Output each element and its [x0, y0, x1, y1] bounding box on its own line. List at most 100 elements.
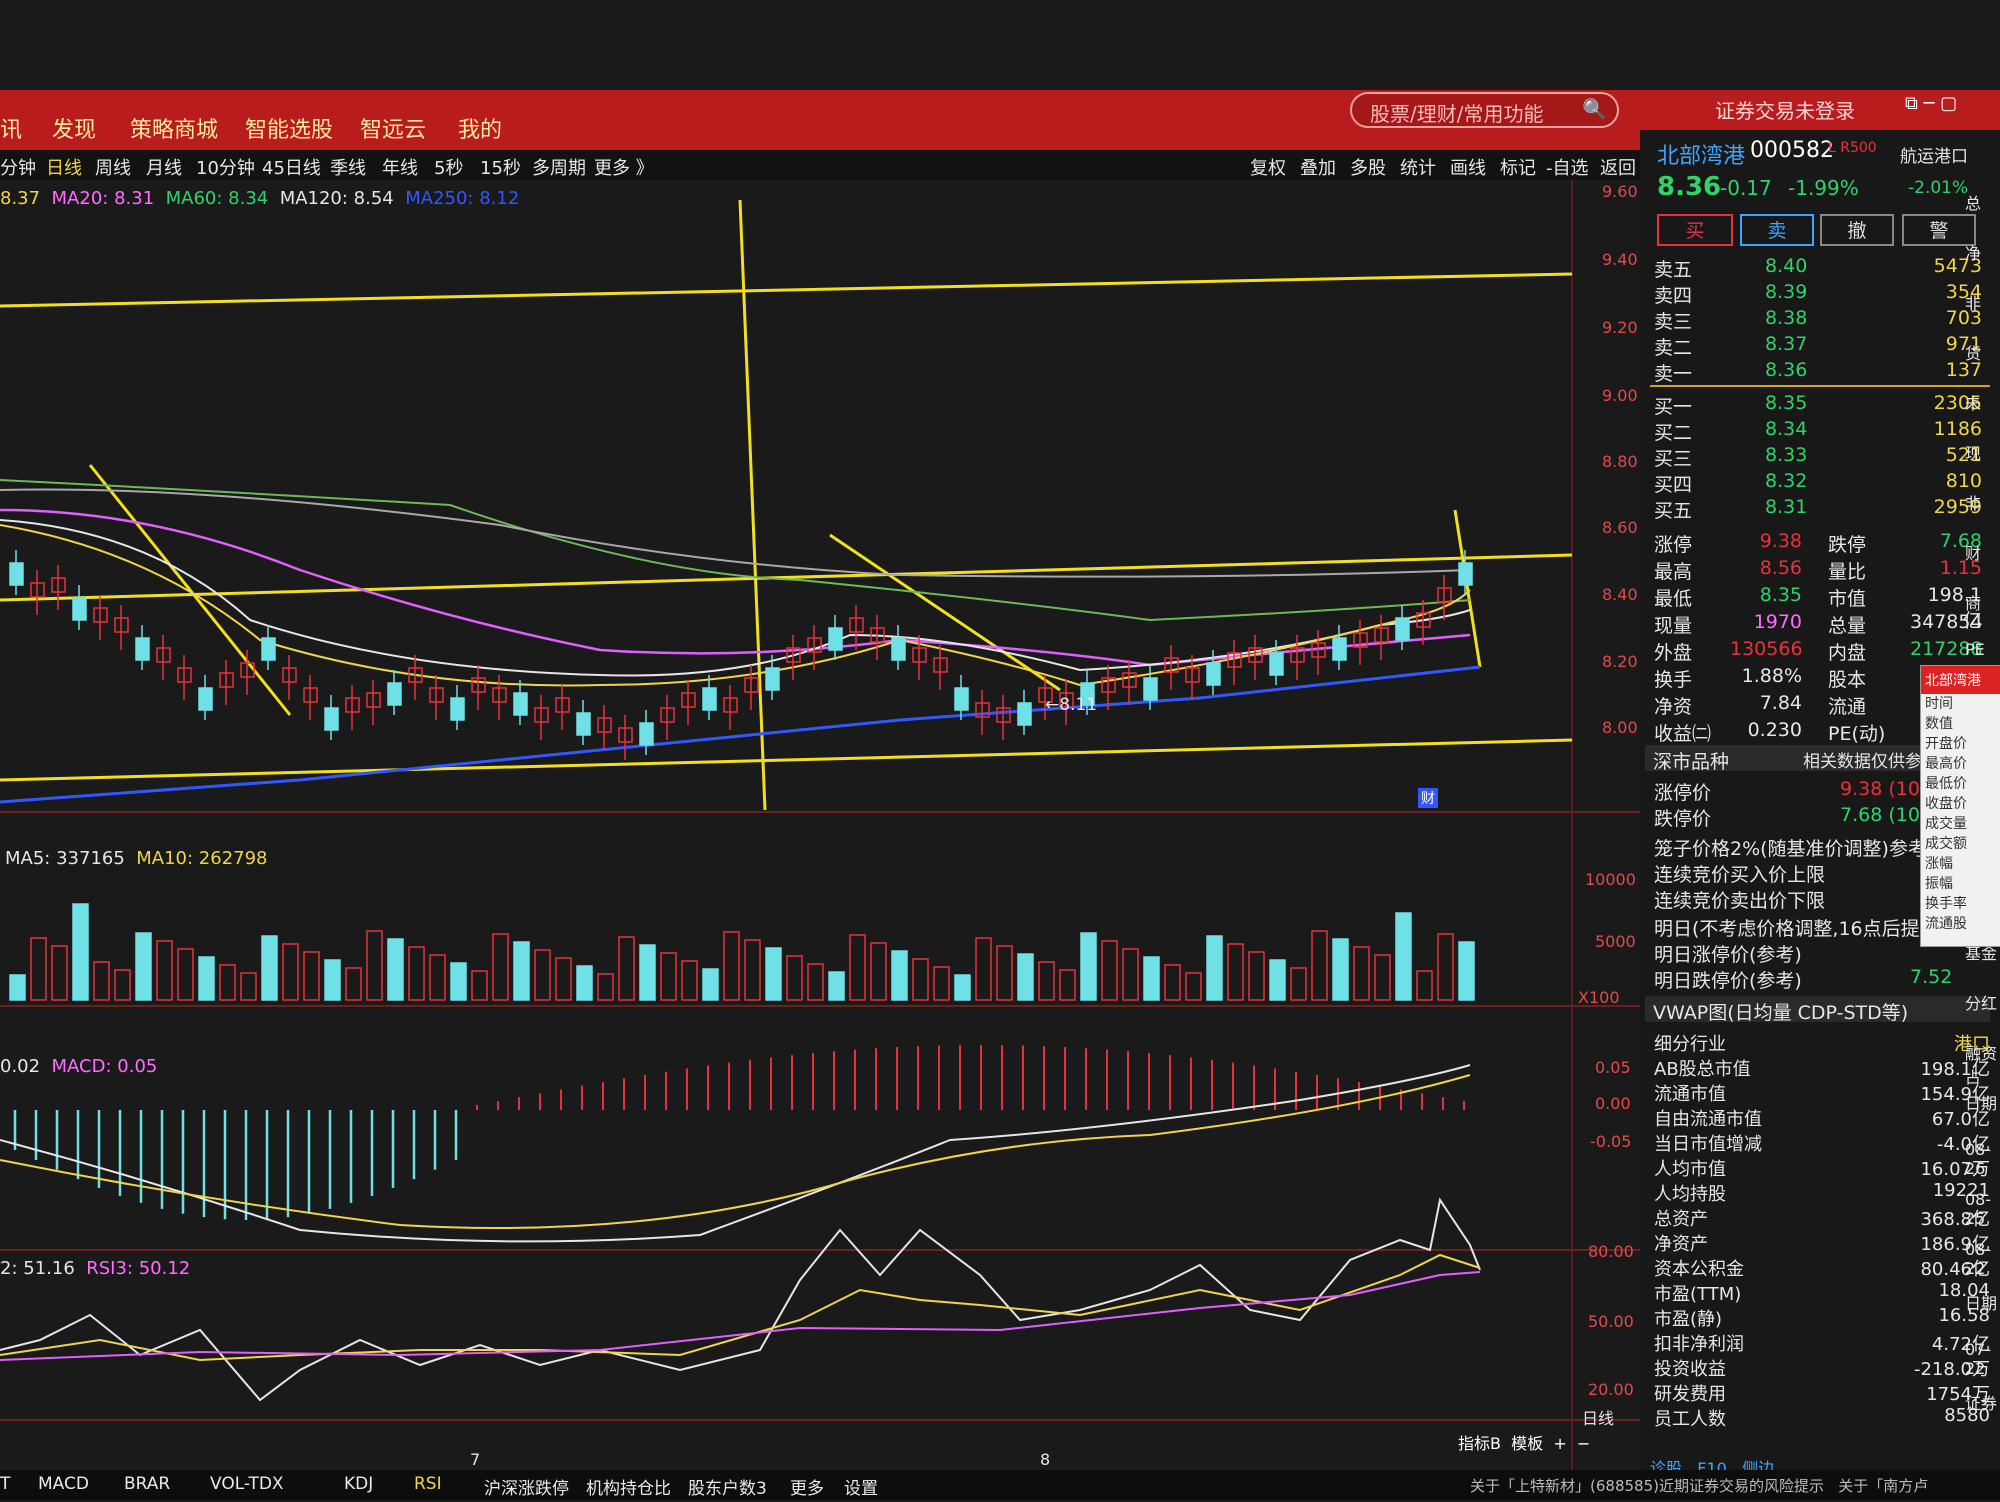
stat-key: 市值: [1828, 588, 1867, 610]
bid-level-price[interactable]: 8.34: [1765, 418, 1807, 440]
period-minute[interactable]: 分钟: [0, 154, 36, 180]
candle-body: [324, 707, 339, 731]
stat-key: 涨停: [1654, 534, 1693, 556]
window-controls-icon[interactable]: ⧉ ─ ▢: [1905, 93, 1957, 114]
tool-mark[interactable]: 标记: [1500, 154, 1536, 180]
hover-popup: 北部湾港 时间 数值 开盘价 最高价 最低价 收盘价 成交量 成交额 涨幅 振幅 换手率 流通股: [1920, 665, 2000, 947]
nav-item-strategy-mall[interactable]: 策略商城: [130, 112, 218, 144]
price-tick: 9.60: [1602, 182, 1638, 201]
indicator-tab[interactable]: VOL-TDX: [210, 1474, 284, 1494]
rsi-line-2: [0, 1253, 1481, 1362]
indicator-tab[interactable]: 沪深涨跌停: [484, 1474, 569, 1499]
ask-level-label: 卖二: [1654, 337, 1693, 359]
zoom-in-button[interactable]: +: [1553, 1434, 1566, 1453]
nav-item-smart-picker[interactable]: 智能选股: [245, 112, 333, 144]
period-week[interactable]: 周线: [95, 154, 131, 180]
volume-bar: [681, 960, 698, 1001]
volume-bar: [555, 957, 572, 1001]
indicator-tab[interactable]: MACD: [38, 1474, 89, 1494]
bid-level-price[interactable]: 8.35: [1765, 392, 1807, 414]
ask-level-price[interactable]: 8.37: [1765, 333, 1807, 355]
candle-body: [828, 627, 843, 651]
ask-level-price[interactable]: 8.40: [1765, 255, 1807, 277]
tool-multi-stock[interactable]: 多股: [1350, 154, 1386, 180]
indicator-button[interactable]: 指标B: [1458, 1434, 1501, 1453]
period-multi[interactable]: 多周期: [532, 154, 586, 180]
indicator-tab[interactable]: 设置: [844, 1474, 878, 1499]
ask-level-label: 卖五: [1654, 259, 1693, 281]
login-status[interactable]: 证券交易未登录: [1715, 95, 1855, 124]
period-10min[interactable]: 10分钟: [196, 154, 255, 180]
tool-overlay[interactable]: 叠加: [1300, 154, 1336, 180]
nav-item-discover[interactable]: 发现: [52, 112, 96, 144]
bid-level-price[interactable]: 8.31: [1765, 496, 1807, 518]
indicator-tab[interactable]: 股东户数3: [688, 1474, 767, 1499]
volume-bar: [1164, 964, 1181, 1001]
fund-key: 人均持股: [1654, 1184, 1726, 1205]
period-5sec[interactable]: 5秒: [434, 154, 463, 180]
indicator-tab[interactable]: BRAR: [124, 1474, 170, 1494]
sell-button[interactable]: 卖: [1740, 214, 1814, 246]
buy-button[interactable]: 买: [1657, 214, 1733, 246]
indicator-tab[interactable]: T: [0, 1474, 10, 1494]
period-15sec[interactable]: 15秒: [480, 154, 521, 180]
edge-label: 日期: [1965, 1294, 1998, 1313]
bid-level-price[interactable]: 8.33: [1765, 444, 1807, 466]
macd-tick: -0.05: [1590, 1132, 1632, 1151]
tool-adjust[interactable]: 复权: [1250, 154, 1286, 180]
stat-key: PE(动): [1828, 723, 1886, 745]
news-item[interactable]: 关于「南方卢: [1838, 1477, 1928, 1495]
volume-bar: [471, 970, 488, 1001]
stat-key: 收益㈡: [1654, 723, 1712, 745]
price-tick: 8.00: [1602, 718, 1638, 737]
financial-badge[interactable]: 财: [1418, 788, 1438, 808]
period-day[interactable]: 日线: [46, 154, 82, 180]
tool-stats[interactable]: 统计: [1400, 154, 1436, 180]
ask-level-price[interactable]: 8.38: [1765, 307, 1807, 329]
zoom-out-button[interactable]: −: [1577, 1434, 1590, 1453]
macd-legend: 0.02 MACD: 0.05: [0, 1056, 157, 1077]
volume-bar: [723, 931, 740, 1001]
indicator-tab[interactable]: 机构持仓比: [586, 1474, 671, 1499]
news-ticker[interactable]: 关于「上特新材」(688585)近期证券交易的风险提示 关于「南方卢: [1470, 1475, 1928, 1496]
period-more[interactable]: 更多 》: [594, 154, 654, 180]
fund-key: 员工人数: [1654, 1409, 1726, 1430]
tool-watchlist[interactable]: -自选: [1546, 154, 1589, 180]
nav-item-mine[interactable]: 我的: [458, 112, 502, 144]
candle-body: [135, 637, 150, 661]
search-icon[interactable]: 🔍: [1582, 97, 1607, 121]
vwap-header[interactable]: VWAP图(日均量 CDP-STD等): [1645, 996, 1990, 1024]
indicator-tab[interactable]: KDJ: [344, 1474, 373, 1494]
indicator-tab[interactable]: RSI: [414, 1474, 442, 1494]
edge-label: 现: [1965, 444, 1982, 463]
popup-item: 最低价: [1925, 776, 1967, 792]
ask-level-price[interactable]: 8.39: [1765, 281, 1807, 303]
search-input[interactable]: 股票/理财/常用功能 🔍: [1350, 92, 1619, 128]
fund-key: 净资产: [1654, 1234, 1708, 1255]
cancel-order-button[interactable]: 撤: [1820, 214, 1894, 246]
period-year[interactable]: 年线: [382, 154, 418, 180]
period-month[interactable]: 月线: [146, 154, 182, 180]
period-45day[interactable]: 45日线: [262, 154, 321, 180]
volume-bar: [1437, 933, 1454, 1001]
rule-line: 连续竞价卖出价下限: [1654, 890, 1826, 912]
tool-draw[interactable]: 画线: [1450, 154, 1486, 180]
volume-bar: [513, 941, 530, 1001]
stat-value: 7.84: [1759, 692, 1802, 714]
kline-chart[interactable]: 7 8: [0, 180, 1640, 1470]
bid-level-price[interactable]: 8.32: [1765, 470, 1807, 492]
popup-item: 成交量: [1925, 816, 1967, 832]
news-item[interactable]: 关于「上特新材」(688585)近期证券交易的风险提示: [1470, 1477, 1824, 1495]
volume-bar: [534, 949, 551, 1001]
tool-back[interactable]: 返回: [1600, 154, 1636, 180]
period-quarter[interactable]: 季线: [330, 154, 366, 180]
candle-body: [702, 687, 717, 711]
template-button[interactable]: 模板: [1511, 1434, 1543, 1453]
indicator-tab[interactable]: 更多: [790, 1474, 824, 1499]
nav-item-news[interactable]: 讯: [0, 112, 22, 144]
nav-item-cloud[interactable]: 智远云: [360, 112, 426, 144]
ask-level-price[interactable]: 8.36: [1765, 359, 1807, 381]
fund-key: 流通市值: [1654, 1084, 1726, 1105]
sector-tab[interactable]: 航运港口: [1900, 142, 1968, 167]
stat-value: 1970: [1753, 611, 1802, 633]
